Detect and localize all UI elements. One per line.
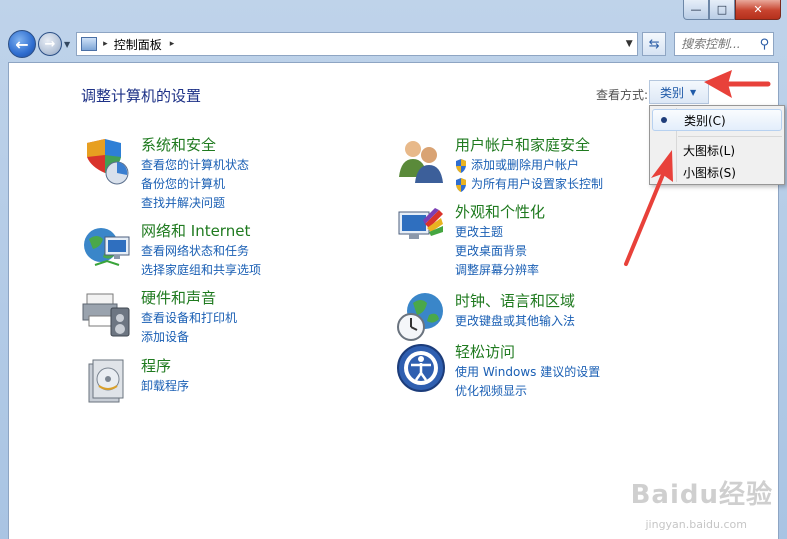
watermark-logo: Baidu经验: [630, 480, 773, 510]
watermark-url: jingyan.baidu.com: [645, 518, 747, 531]
annotation-arrow-to-large-icons: [624, 150, 673, 266]
annotation-arrow-to-viewby: [704, 70, 771, 98]
annotation-arrows: [624, 70, 771, 266]
